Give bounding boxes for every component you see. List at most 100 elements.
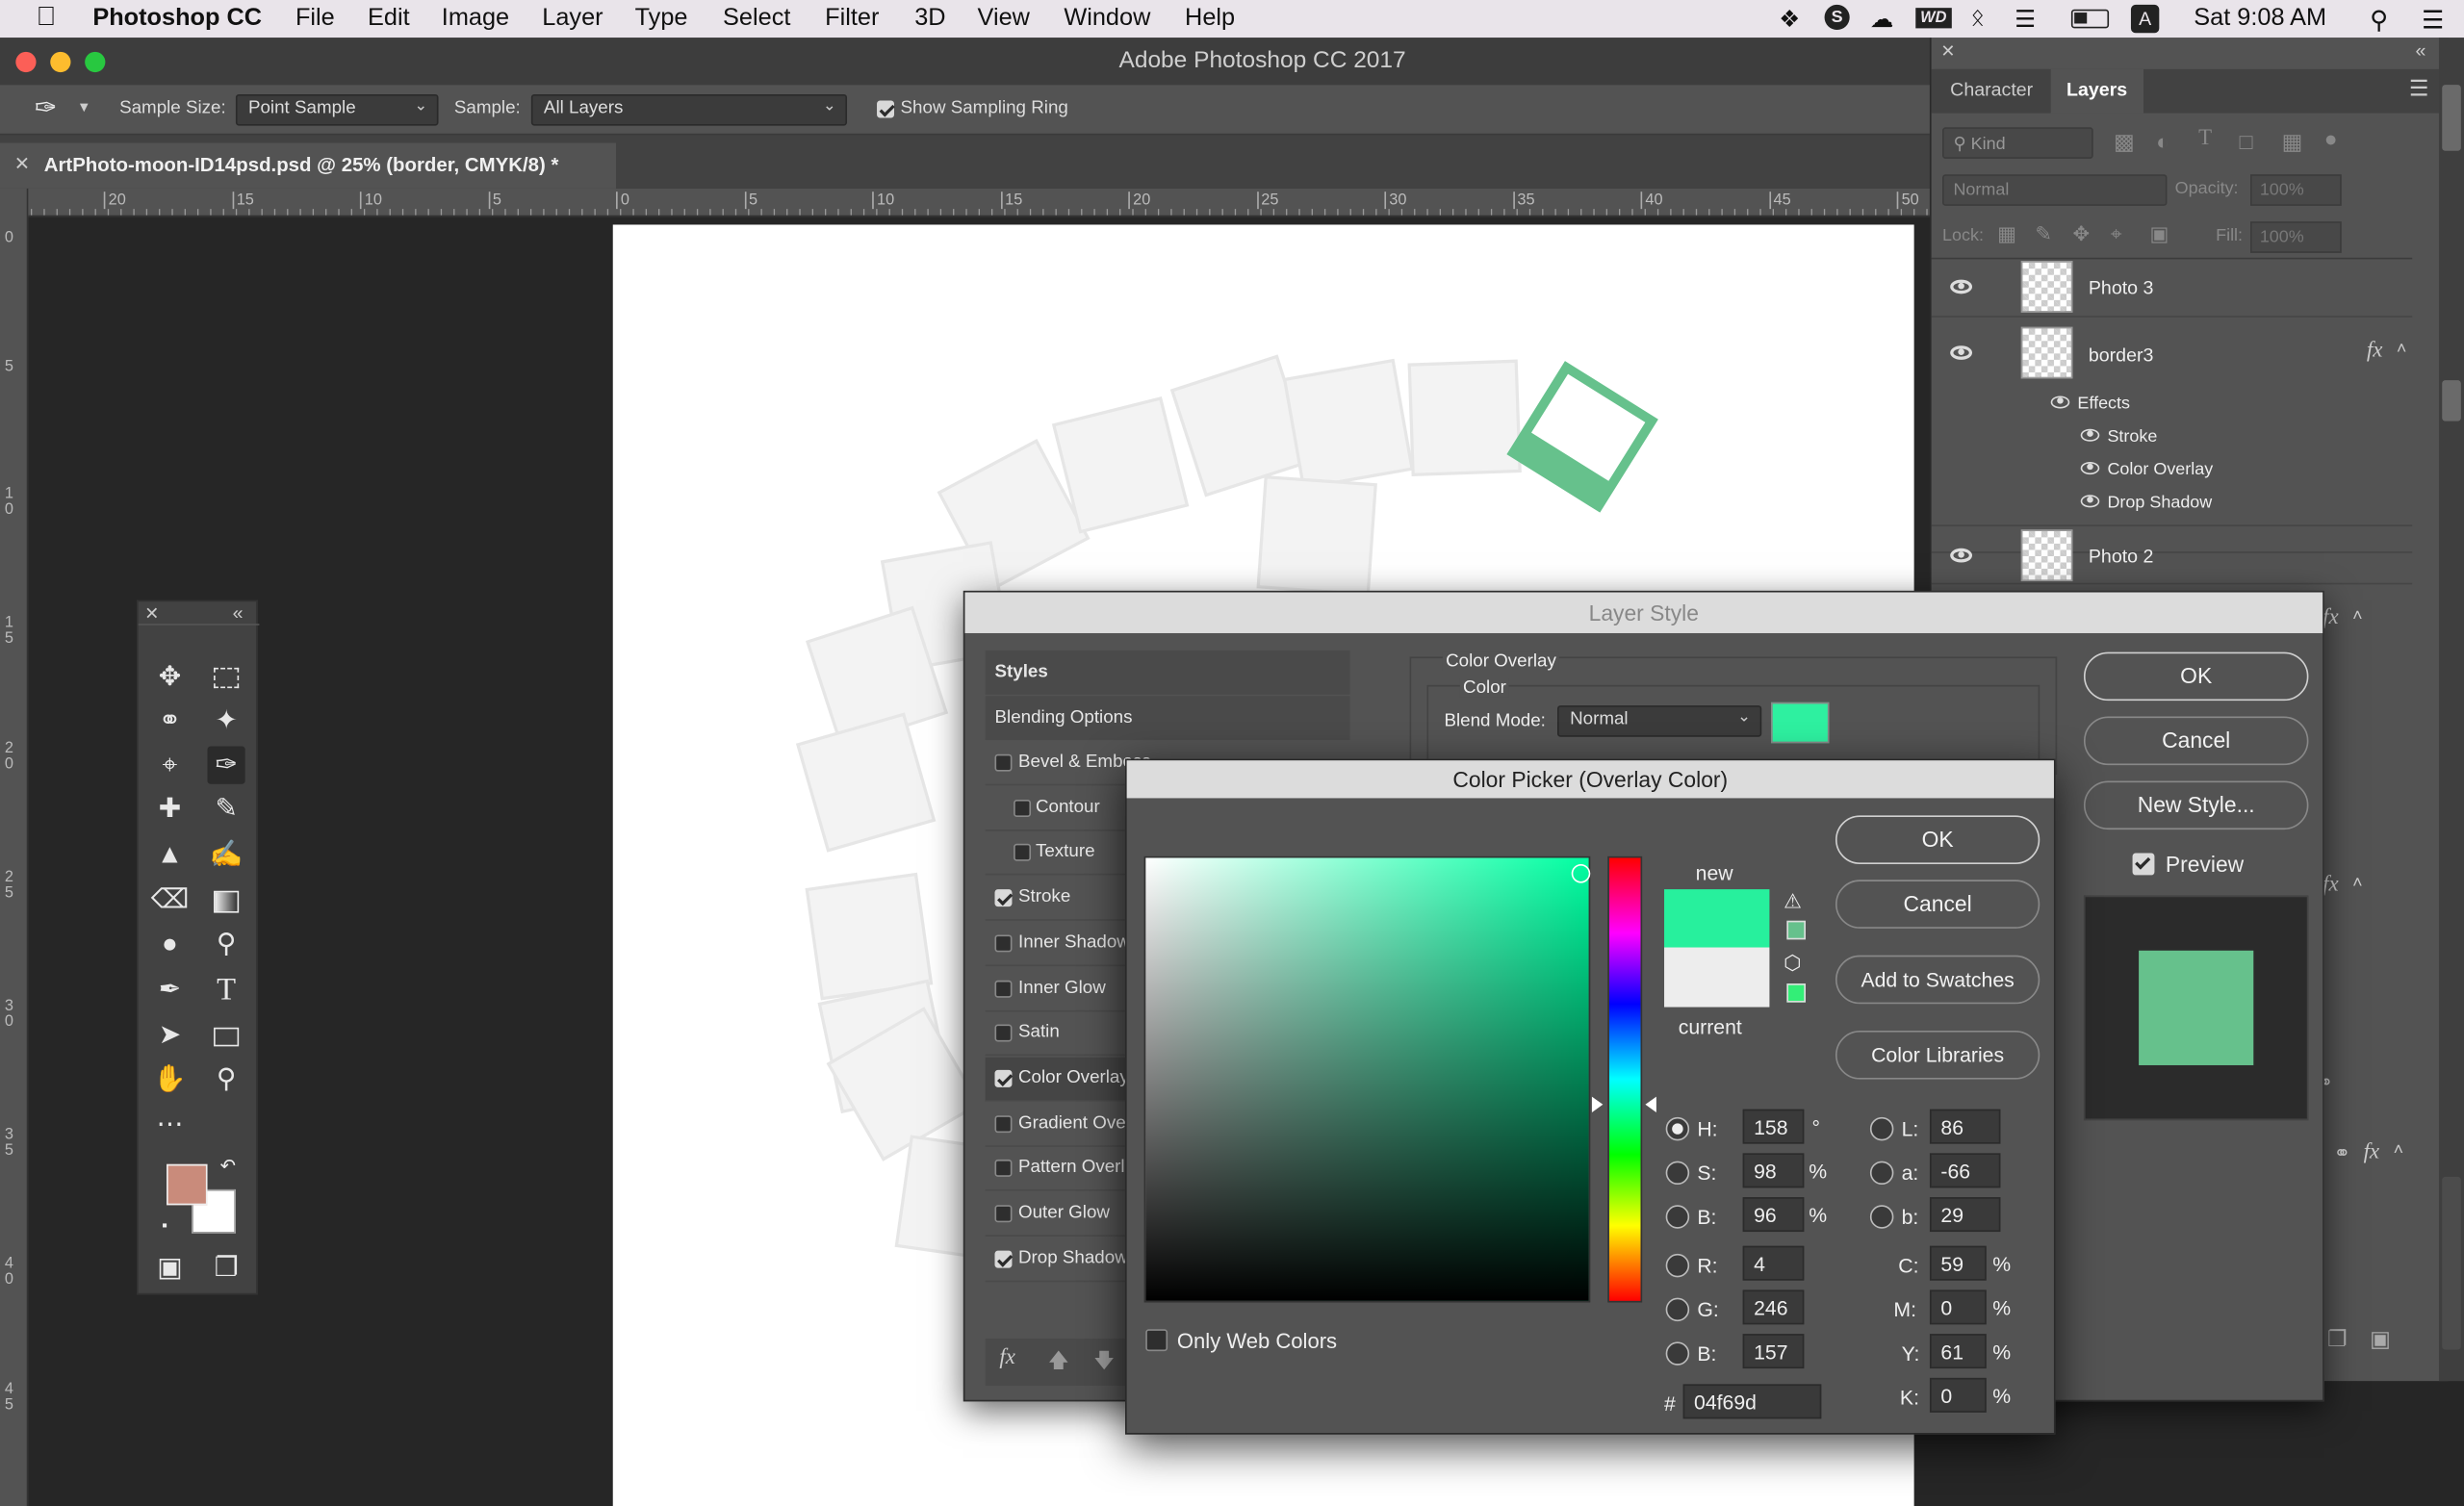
fill-field[interactable]: 100%	[2250, 221, 2342, 253]
lasso-tool-icon[interactable]: ⚭	[151, 702, 189, 740]
hue-slider[interactable]	[1607, 855, 1643, 1303]
layer-fx-badge[interactable]: fx	[2367, 340, 2383, 365]
rectangle-tool-icon[interactable]	[208, 1016, 245, 1054]
lab-a-field[interactable]: -66	[1929, 1153, 2001, 1188]
skype-icon[interactable]: S	[1824, 4, 1850, 31]
crop-tool-icon[interactable]: ⌖	[151, 747, 189, 784]
effect-drop-shadow[interactable]: Drop Shadow	[2107, 494, 2212, 513]
wd-icon[interactable]: WD	[1915, 8, 1952, 29]
eraser-tool-icon[interactable]: ⌫	[151, 881, 189, 919]
not-web-safe-icon[interactable]: ⬡	[1784, 951, 1802, 976]
dodge-tool-icon[interactable]: ⚲	[208, 926, 245, 963]
menu-help[interactable]: Help	[1185, 5, 1235, 33]
lab-b-radio[interactable]	[1869, 1205, 1894, 1229]
style-item-checkbox[interactable]	[1014, 844, 1032, 862]
only-web-colors-checkbox[interactable]	[1145, 1329, 1168, 1352]
collapse-effects-icon[interactable]: ˄	[2394, 1140, 2404, 1160]
blue-radio[interactable]	[1665, 1341, 1690, 1366]
swap-colors-icon[interactable]: ↶	[220, 1155, 236, 1177]
menu-type[interactable]: Type	[635, 5, 688, 33]
layer-fx-badge[interactable]: fx	[2323, 874, 2339, 899]
blue-field[interactable]: 157	[1742, 1334, 1805, 1369]
web-safe-color-swatch[interactable]	[1786, 983, 1806, 1003]
visibility-eye-icon[interactable]	[1950, 548, 1973, 563]
red-field[interactable]: 4	[1742, 1245, 1805, 1281]
close-window-button[interactable]	[15, 51, 37, 73]
scroll-thumb[interactable]	[2442, 85, 2461, 151]
sample-select[interactable]: All Layers ⌄	[530, 93, 848, 126]
style-item-checkbox[interactable]	[994, 753, 1013, 772]
menu-file[interactable]: File	[295, 5, 335, 33]
default-colors-icon[interactable]: ▪	[162, 1217, 167, 1235]
style-item-checkbox[interactable]	[994, 979, 1013, 997]
history-brush-tool-icon[interactable]: ✍	[208, 836, 245, 874]
dropbox-icon[interactable]: ❖	[1779, 5, 1800, 34]
add-to-swatches-button[interactable]: Add to Swatches	[1835, 955, 2040, 1005]
move-tool-icon[interactable]: ✥	[151, 658, 189, 696]
horizontal-ruler[interactable]: 20 15 10 5 0 5 10 15 20 25 30 35 40 45 50	[28, 188, 1930, 217]
style-item-checkbox[interactable]	[994, 1024, 1013, 1042]
red-radio[interactable]	[1665, 1253, 1690, 1278]
delete-layer-icon[interactable]: ▣	[2370, 1326, 2391, 1353]
collapse-effects-icon[interactable]: ˄	[2352, 606, 2363, 625]
lab-l-field[interactable]: 86	[1929, 1109, 2001, 1144]
panel-menu-icon[interactable]: ☰	[2409, 75, 2429, 102]
style-item-checkbox[interactable]	[994, 1250, 1013, 1268]
style-item-checkbox[interactable]	[994, 1205, 1013, 1223]
hue-radio[interactable]	[1665, 1116, 1690, 1141]
new-layer-icon[interactable]: ❐	[2327, 1326, 2348, 1353]
layer-fx-badge[interactable]: fx	[2323, 606, 2339, 631]
color-picker-ok-button[interactable]: OK	[1835, 815, 2040, 864]
brightness-field[interactable]: 96	[1742, 1197, 1805, 1233]
gradient-tool-icon[interactable]	[208, 881, 245, 919]
hue-field[interactable]: 158	[1742, 1109, 1805, 1144]
spotlight-search-icon[interactable]: ⚲	[2370, 5, 2388, 37]
saturation-radio[interactable]	[1665, 1161, 1690, 1186]
style-item-checkbox[interactable]	[994, 1160, 1013, 1178]
layer-fx-badge[interactable]: fx	[2364, 1140, 2380, 1165]
zoom-tool-icon[interactable]: ⚲	[208, 1060, 245, 1098]
layer-row-photo-3[interactable]: Photo 3	[1931, 258, 2413, 318]
hand-tool-icon[interactable]: ✋	[151, 1060, 189, 1098]
style-item-checkbox[interactable]	[994, 889, 1013, 907]
lock-artboard-icon[interactable]: ⌖	[2111, 221, 2122, 246]
bluetooth-icon[interactable]: ᛟ	[1970, 5, 1985, 32]
style-item-checkbox[interactable]	[1014, 799, 1032, 817]
sample-size-select[interactable]: Point Sample ⌄	[235, 93, 439, 126]
close-panel-icon[interactable]: ✕	[1940, 40, 1955, 62]
minimize-window-button[interactable]	[50, 51, 71, 73]
cyan-field[interactable]: 59	[1929, 1245, 1987, 1281]
tab-character[interactable]: Character	[1934, 68, 2049, 114]
type-tool-icon[interactable]: T	[208, 971, 245, 1008]
more-tools-icon[interactable]: ⋯	[151, 1106, 189, 1143]
style-item-checkbox[interactable]	[994, 1069, 1013, 1087]
eyedropper-preset-icon[interactable]: ✑	[35, 92, 57, 124]
gamut-color-swatch[interactable]	[1786, 920, 1806, 940]
user-icon[interactable]: A	[2130, 4, 2160, 34]
filter-pixel-icon[interactable]: ▩	[2114, 129, 2135, 156]
notification-center-icon[interactable]: ☰	[2422, 5, 2444, 37]
visibility-eye-icon[interactable]	[2080, 495, 2100, 508]
saturation-brightness-field[interactable]	[1143, 855, 1591, 1303]
quick-mask-icon[interactable]: ▣	[151, 1249, 189, 1287]
blur-tool-icon[interactable]: ●	[151, 926, 189, 963]
menu-layer[interactable]: Layer	[542, 5, 603, 33]
style-item-checkbox[interactable]	[994, 934, 1013, 953]
layer-row-border3[interactable]: border3 fx ˄ Effects Stroke Color Overla…	[1931, 318, 2413, 553]
lock-image-icon[interactable]: ✎	[2035, 221, 2052, 246]
hex-field[interactable]: 04f69d	[1682, 1384, 1822, 1419]
scroll-thumb[interactable]	[2442, 1176, 2461, 1350]
magenta-field[interactable]: 0	[1929, 1289, 1987, 1325]
menu-window[interactable]: Window	[1064, 5, 1150, 33]
effect-color-overlay[interactable]: Color Overlay	[2107, 460, 2213, 479]
lab-a-radio[interactable]	[1869, 1161, 1894, 1186]
apple-icon[interactable]: 	[37, 2, 57, 34]
menu-clock[interactable]: Sat 9:08 AM	[2194, 5, 2326, 33]
collapse-effects-icon[interactable]: ˄	[2397, 340, 2407, 359]
filter-adjustment-icon[interactable]: ◐	[2156, 129, 2169, 154]
menu-view[interactable]: View	[978, 5, 1030, 33]
styles-header[interactable]: Styles	[985, 650, 1350, 695]
collapse-panel-icon[interactable]: «	[2415, 39, 2426, 62]
color-picker-cancel-button[interactable]: Cancel	[1835, 880, 2040, 929]
document-tab[interactable]: ✕ ArtPhoto-moon-ID14psd.psd @ 25% (borde…	[0, 142, 617, 189]
